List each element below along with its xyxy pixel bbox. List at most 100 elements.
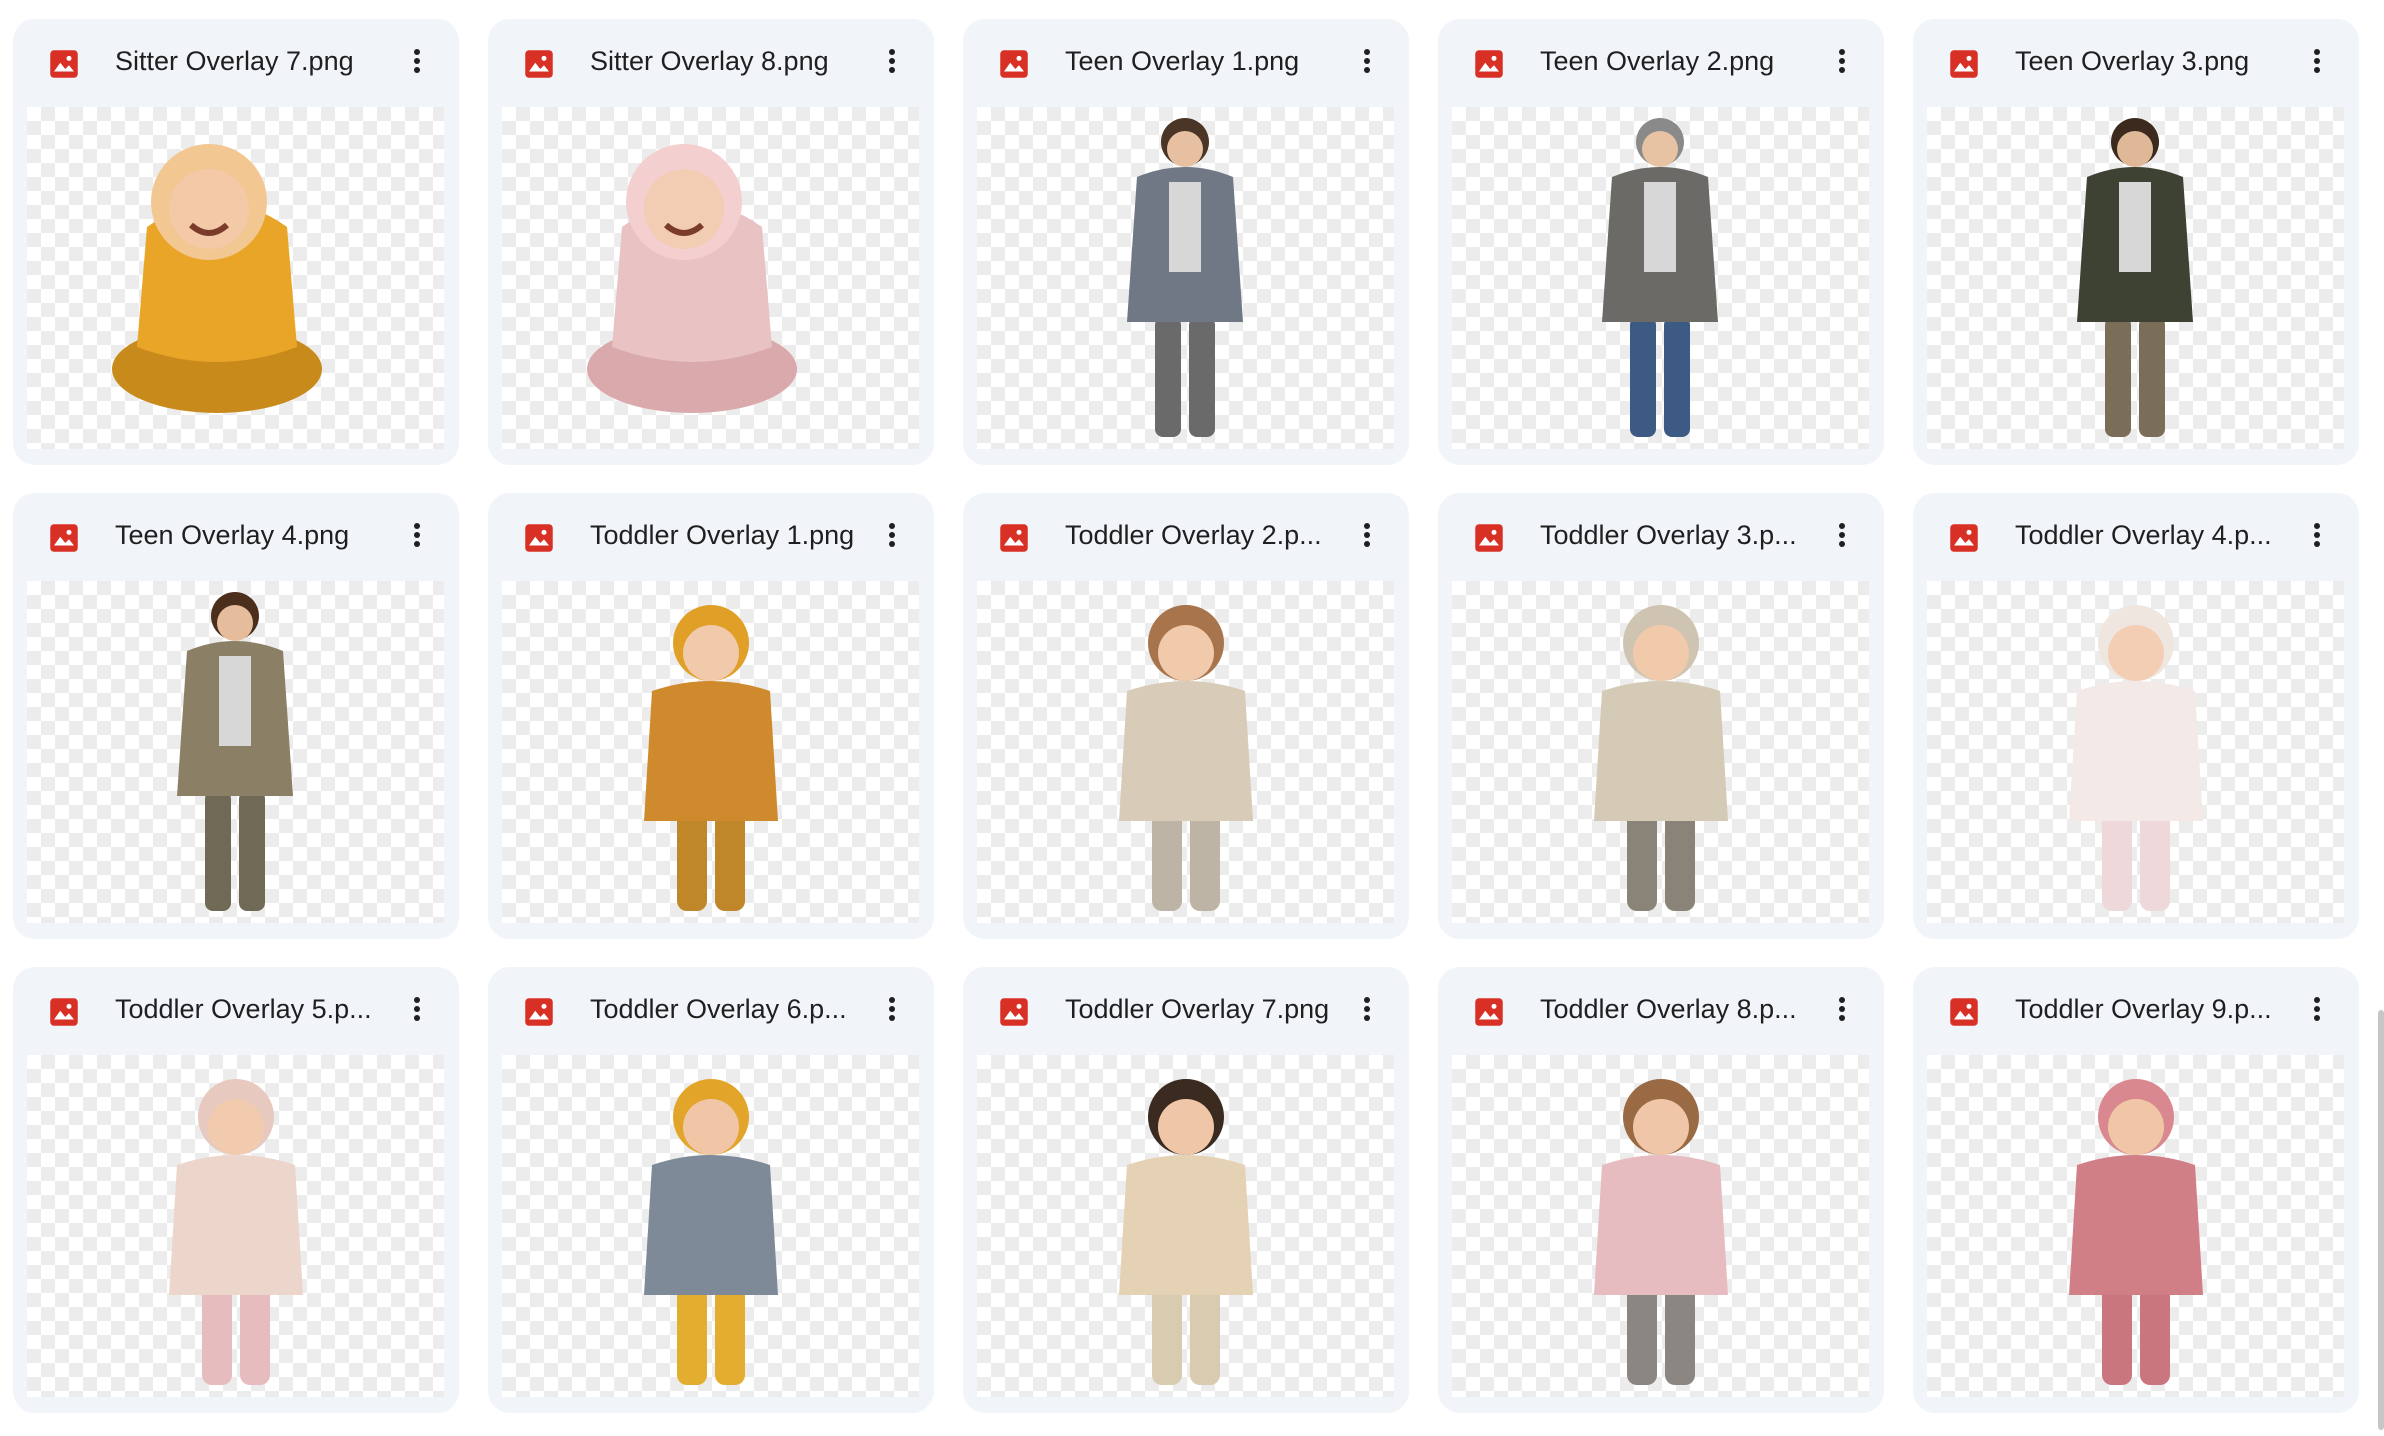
more-vert-icon <box>414 523 420 547</box>
thumbnail-image <box>644 605 778 911</box>
more-actions-button[interactable] <box>395 987 439 1031</box>
image-file-icon <box>1000 524 1028 552</box>
more-actions-button[interactable] <box>1820 987 1864 1031</box>
file-thumbnail[interactable] <box>1927 107 2344 449</box>
thumbnail-image <box>1594 605 1728 911</box>
thumbnail-image <box>587 144 797 413</box>
file-card[interactable]: Toddler Overlay 3.p... <box>1438 493 1884 939</box>
file-thumbnail[interactable] <box>502 107 919 449</box>
more-vert-icon <box>1839 997 1845 1021</box>
person-figure <box>587 144 797 413</box>
more-actions-button[interactable] <box>870 39 914 83</box>
file-thumbnail[interactable] <box>1927 581 2344 923</box>
person-figure <box>644 1079 778 1385</box>
file-thumbnail[interactable] <box>27 581 444 923</box>
file-card-header: Teen Overlay 2.png <box>1438 19 1884 103</box>
file-thumbnail[interactable] <box>1452 107 1869 449</box>
more-vert-icon <box>1364 523 1370 547</box>
more-vert-icon <box>1839 523 1845 547</box>
more-actions-button[interactable] <box>870 513 914 557</box>
file-card[interactable]: Toddler Overlay 9.p... <box>1913 967 2359 1413</box>
file-thumbnail[interactable] <box>502 581 919 923</box>
image-file-icon <box>1000 50 1028 78</box>
file-name: Toddler Overlay 8.p... <box>1540 994 1797 1024</box>
file-card-header: Sitter Overlay 8.png <box>488 19 934 103</box>
more-actions-button[interactable] <box>1820 39 1864 83</box>
image-file-icon <box>50 998 78 1026</box>
more-actions-button[interactable] <box>1820 513 1864 557</box>
image-file-icon <box>1950 524 1978 552</box>
more-vert-icon <box>2314 523 2320 547</box>
thumbnail-image <box>1127 118 1243 437</box>
file-card[interactable]: Sitter Overlay 7.png <box>13 19 459 465</box>
person-figure <box>1127 118 1243 437</box>
more-actions-button[interactable] <box>1345 987 1389 1031</box>
person-figure <box>1594 1079 1728 1385</box>
file-card[interactable]: Teen Overlay 1.png <box>963 19 1409 465</box>
image-file-icon <box>1475 50 1503 78</box>
image-file-icon <box>1950 50 1978 78</box>
more-vert-icon <box>414 997 420 1021</box>
file-thumbnail[interactable] <box>502 1055 919 1397</box>
person-figure <box>2077 118 2193 437</box>
file-card-header: Teen Overlay 3.png <box>1913 19 2359 103</box>
file-card[interactable]: Toddler Overlay 4.p... <box>1913 493 2359 939</box>
file-name: Toddler Overlay 2.p... <box>1065 520 1322 550</box>
thumbnail-image <box>112 144 322 413</box>
file-card[interactable]: Toddler Overlay 6.p... <box>488 967 934 1413</box>
file-name: Teen Overlay 2.png <box>1540 46 1775 76</box>
file-name: Toddler Overlay 6.p... <box>590 994 847 1024</box>
file-thumbnail[interactable] <box>1452 1055 1869 1397</box>
file-card-header: Toddler Overlay 9.p... <box>1913 967 2359 1051</box>
file-thumbnail[interactable] <box>27 1055 444 1397</box>
file-card-header: Toddler Overlay 7.png <box>963 967 1409 1051</box>
more-actions-button[interactable] <box>2295 513 2339 557</box>
more-actions-button[interactable] <box>2295 39 2339 83</box>
file-card[interactable]: Sitter Overlay 8.png <box>488 19 934 465</box>
file-card-header: Toddler Overlay 3.p... <box>1438 493 1884 577</box>
file-card[interactable]: Toddler Overlay 8.p... <box>1438 967 1884 1413</box>
file-card-header: Teen Overlay 4.png <box>13 493 459 577</box>
more-actions-button[interactable] <box>2295 987 2339 1031</box>
image-file-icon <box>1475 998 1503 1026</box>
file-name: Sitter Overlay 7.png <box>115 46 354 76</box>
more-actions-button[interactable] <box>870 987 914 1031</box>
scrollbar[interactable] <box>2378 1010 2384 1430</box>
more-vert-icon <box>2314 997 2320 1021</box>
file-thumbnail[interactable] <box>977 1055 1394 1397</box>
file-name: Teen Overlay 4.png <box>115 520 350 550</box>
image-file-icon <box>1000 998 1028 1026</box>
file-card-header: Teen Overlay 1.png <box>963 19 1409 103</box>
image-file-icon <box>1475 524 1503 552</box>
more-actions-button[interactable] <box>395 39 439 83</box>
file-name: Toddler Overlay 9.p... <box>2015 994 2272 1024</box>
more-actions-button[interactable] <box>1345 513 1389 557</box>
file-name: Teen Overlay 3.png <box>2015 46 2250 76</box>
more-actions-button[interactable] <box>1345 39 1389 83</box>
more-actions-button[interactable] <box>395 513 439 557</box>
file-name: Toddler Overlay 5.p... <box>115 994 372 1024</box>
person-figure <box>112 144 322 413</box>
more-vert-icon <box>889 523 895 547</box>
file-card[interactable]: Toddler Overlay 1.png <box>488 493 934 939</box>
person-figure <box>2069 1079 2203 1385</box>
image-file-icon <box>525 998 553 1026</box>
thumbnail-image <box>2077 118 2193 437</box>
file-name: Sitter Overlay 8.png <box>590 46 829 76</box>
file-thumbnail[interactable] <box>977 107 1394 449</box>
file-card[interactable]: Teen Overlay 4.png <box>13 493 459 939</box>
file-thumbnail[interactable] <box>977 581 1394 923</box>
file-card[interactable]: Toddler Overlay 5.p... <box>13 967 459 1413</box>
file-card[interactable]: Toddler Overlay 2.p... <box>963 493 1409 939</box>
file-card-header: Sitter Overlay 7.png <box>13 19 459 103</box>
file-card[interactable]: Teen Overlay 3.png <box>1913 19 2359 465</box>
thumbnail-image <box>169 1079 303 1385</box>
file-card[interactable]: Teen Overlay 2.png <box>1438 19 1884 465</box>
file-thumbnail[interactable] <box>27 107 444 449</box>
more-vert-icon <box>1364 997 1370 1021</box>
file-card[interactable]: Toddler Overlay 7.png <box>963 967 1409 1413</box>
person-figure <box>2069 605 2203 911</box>
file-thumbnail[interactable] <box>1452 581 1869 923</box>
thumbnail-image <box>644 1079 778 1385</box>
file-thumbnail[interactable] <box>1927 1055 2344 1397</box>
